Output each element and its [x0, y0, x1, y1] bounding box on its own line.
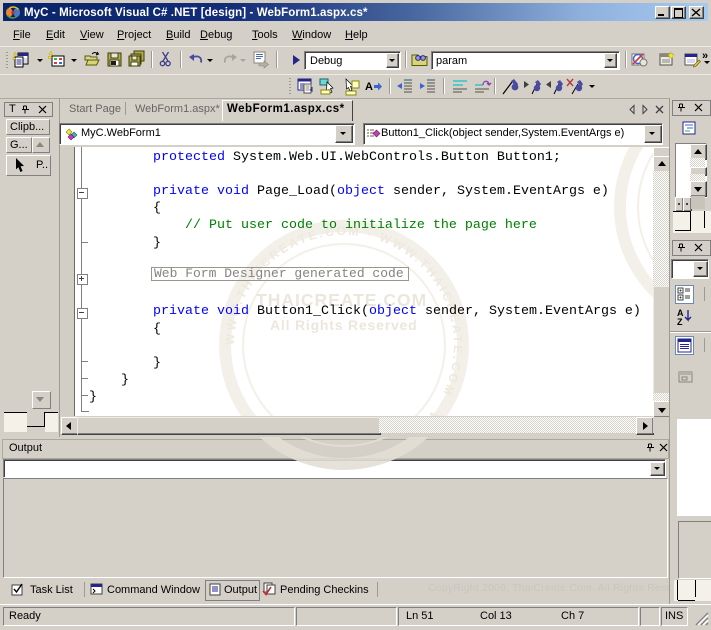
svg-text:A: A: [365, 81, 373, 93]
svg-text:Z: Z: [677, 317, 683, 327]
